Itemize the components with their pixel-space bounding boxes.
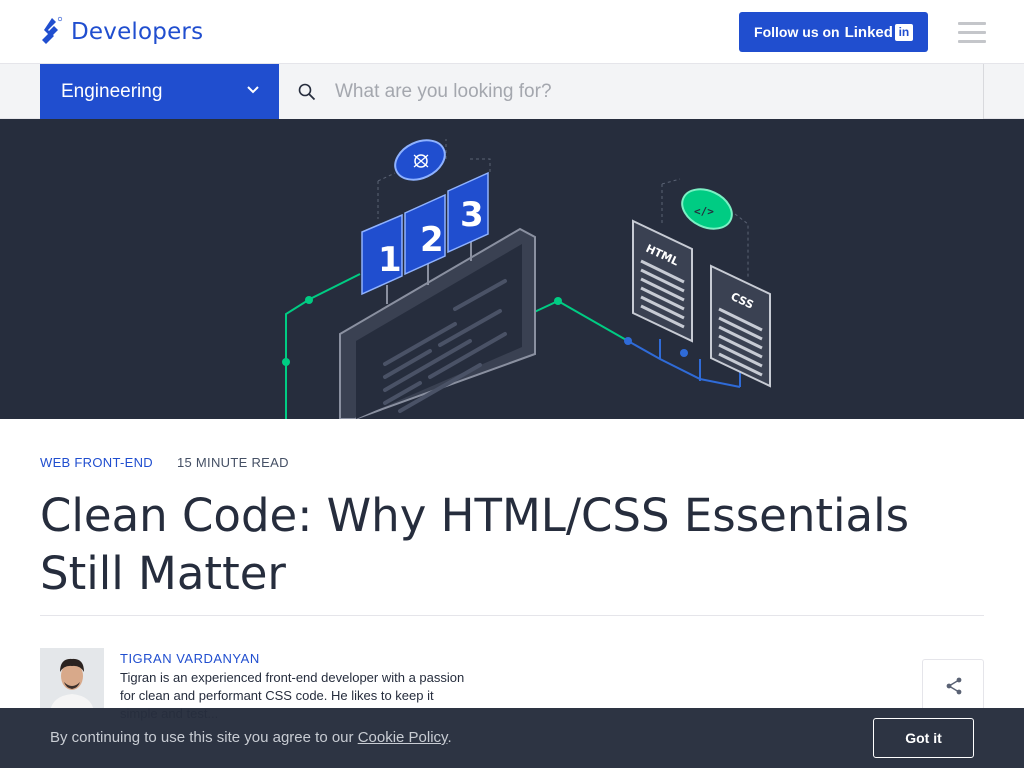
article-category-link[interactable]: WEB FRONT-END <box>40 455 153 470</box>
developers-logo-link[interactable]: Developers <box>40 16 203 48</box>
code-tag-label: </> <box>694 205 714 218</box>
author-name-link[interactable]: TIGRAN VARDANYAN <box>120 651 260 666</box>
block-label-1: 1 <box>378 240 402 280</box>
article-title: Clean Code: Why HTML/CSS Essentials Stil… <box>40 489 910 600</box>
search-bar <box>279 64 984 119</box>
read-time: 15 MINUTE READ <box>176 455 289 470</box>
author-photo <box>40 648 104 712</box>
cookie-accept-button[interactable]: Got it <box>873 718 974 758</box>
hero-illustration: 1 2 3 </> HTML CSS <box>0 119 1024 419</box>
logo-text: Developers <box>71 19 204 45</box>
search-icon[interactable] <box>298 83 316 101</box>
cookie-text: By continuing to use this site you agree… <box>50 729 354 746</box>
block-label-3: 3 <box>460 195 484 235</box>
author-avatar[interactable] <box>40 648 104 712</box>
follow-linkedin-button[interactable]: Follow us on Linked in <box>739 12 928 52</box>
share-button[interactable] <box>922 659 984 713</box>
search-input[interactable] <box>335 74 955 109</box>
code-icon: </> <box>681 188 733 230</box>
hamburger-menu-icon[interactable] <box>958 22 986 44</box>
toptal-logo-icon <box>42 16 63 44</box>
block-label-2: 2 <box>420 220 444 260</box>
article-meta: WEB FRONT-END 15 MINUTE READ <box>40 455 289 470</box>
css-document-graphic: CSS <box>710 264 771 388</box>
chevron-down-icon <box>247 86 259 94</box>
category-label: Engineering <box>61 80 163 102</box>
linkedin-wordmark: Linked <box>844 23 893 41</box>
hero-svg: 1 2 3 </> HTML CSS <box>282 139 771 419</box>
cookie-policy-link[interactable]: Cookie Policy <box>358 729 448 746</box>
html-document-graphic: HTML <box>632 219 693 343</box>
sub-navigation: Engineering <box>0 64 1024 119</box>
cookie-banner: By continuing to use this site you agree… <box>0 708 1024 768</box>
category-dropdown[interactable]: Engineering <box>40 64 279 119</box>
site-header: Developers Follow us on Linked in <box>0 0 1024 64</box>
cookie-message: By continuing to use this site you agree… <box>50 729 452 746</box>
bug-icon <box>394 139 446 181</box>
follow-label: Follow us on <box>754 24 840 40</box>
share-icon <box>946 677 962 695</box>
linkedin-icon: in <box>894 23 913 41</box>
title-divider <box>40 615 984 616</box>
cookie-end: . <box>447 729 452 746</box>
